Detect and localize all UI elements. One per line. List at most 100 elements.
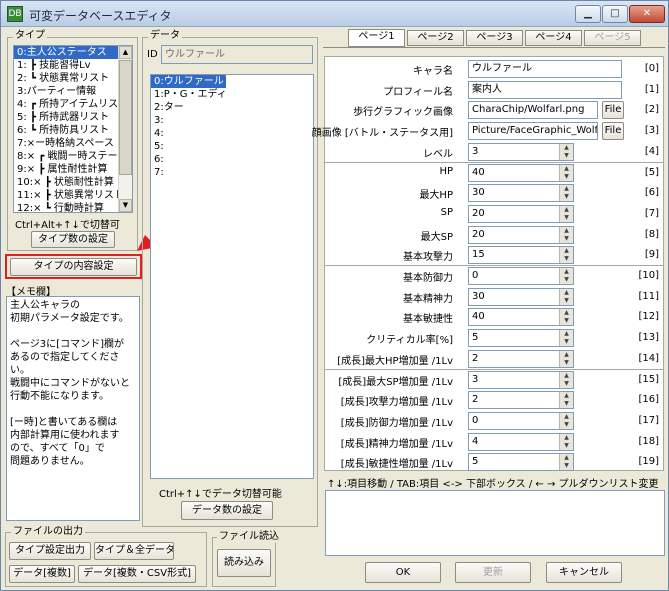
spinner[interactable]: ▲ ▼ <box>559 412 573 429</box>
spinner[interactable]: ▲ ▼ <box>559 185 573 202</box>
spin-up-icon[interactable]: ▲ <box>560 144 573 152</box>
spin-down-icon[interactable]: ▼ <box>560 214 573 222</box>
id-field[interactable]: ウルファール <box>161 45 313 64</box>
type-list-scrollbar[interactable]: ▲ ▼ <box>118 46 132 212</box>
spinner[interactable]: ▲ ▼ <box>559 247 573 264</box>
spin-down-icon[interactable]: ▼ <box>560 317 573 325</box>
number-field[interactable]: 20 ▲ ▼ <box>468 225 574 244</box>
type-list-item[interactable]: 7:×ー時格納スペース <box>14 137 119 150</box>
spin-up-icon[interactable]: ▲ <box>560 434 573 442</box>
export-type-settings-button[interactable]: タイプ設定出力 <box>9 542 91 560</box>
file-browse-button[interactable]: File <box>602 122 624 141</box>
data-list-item[interactable]: 1:P・G・エディ <box>151 88 313 101</box>
data-list-item[interactable]: 2:ター <box>151 101 313 114</box>
number-field[interactable]: 20 ▲ ▼ <box>468 204 574 223</box>
type-list-item[interactable]: 12:× ┗ 行動時計算 <box>14 202 119 212</box>
cancel-button[interactable]: キャンセル <box>546 562 622 583</box>
spinner[interactable]: ▲ ▼ <box>559 392 573 409</box>
spin-up-icon[interactable]: ▲ <box>560 454 573 462</box>
spinner[interactable]: ▲ ▼ <box>559 454 573 471</box>
file-browse-button[interactable]: File <box>602 101 624 120</box>
spinner[interactable]: ▲ ▼ <box>559 164 573 181</box>
spin-down-icon[interactable]: ▼ <box>560 276 573 284</box>
export-data-multiple-button[interactable]: データ[複数] <box>9 565 75 583</box>
number-field[interactable]: 2 ▲ ▼ <box>468 391 574 410</box>
spinner[interactable]: ▲ ▼ <box>559 433 573 450</box>
spinner[interactable]: ▲ ▼ <box>559 288 573 305</box>
spin-down-icon[interactable]: ▼ <box>560 152 573 160</box>
spinner[interactable]: ▲ ▼ <box>559 350 573 367</box>
spin-down-icon[interactable]: ▼ <box>560 400 573 408</box>
lower-box[interactable] <box>325 490 665 556</box>
spinner[interactable]: ▲ ▼ <box>559 330 573 347</box>
number-field[interactable]: 0 ▲ ▼ <box>468 411 574 430</box>
type-list-item[interactable]: 11:× ┣ 状態異常リスト <box>14 189 119 202</box>
number-field[interactable]: 40 ▲ ▼ <box>468 163 574 182</box>
spin-up-icon[interactable]: ▲ <box>560 247 573 255</box>
spin-down-icon[interactable]: ▼ <box>560 380 573 388</box>
tab-page-2[interactable]: ページ2 <box>407 30 464 46</box>
number-field[interactable]: 5 ▲ ▼ <box>468 453 574 472</box>
spin-up-icon[interactable]: ▲ <box>560 309 573 317</box>
memo-textarea[interactable]: 主人公キャラの 初期パラメータ設定です。 ページ3に[コマンド]欄が あるので指… <box>6 296 140 521</box>
number-field[interactable]: 15 ▲ ▼ <box>468 246 574 265</box>
spin-up-icon[interactable]: ▲ <box>560 351 573 359</box>
data-list-item[interactable]: 5: <box>151 140 313 153</box>
tab-page-3[interactable]: ページ3 <box>466 30 523 46</box>
data-count-button[interactable]: データ数の設定 <box>181 501 273 520</box>
scroll-thumb[interactable] <box>119 60 132 175</box>
scroll-down-icon[interactable]: ▼ <box>119 199 132 212</box>
update-button[interactable]: 更新 <box>455 562 531 583</box>
data-list-item[interactable]: 3: <box>151 114 313 127</box>
file-path-field[interactable]: Picture/FaceGraphic_Wolfa <box>468 122 598 141</box>
spin-up-icon[interactable]: ▲ <box>560 413 573 421</box>
type-list-item[interactable]: 2: ┗ 状態異常リスト <box>14 72 119 85</box>
data-list[interactable]: 0:ウルファール 1:P・G・エディ 2:ター 3: 4: 5: 6: 7: <box>150 74 314 479</box>
type-list-item[interactable]: 1: ┣ 技能習得Lv <box>14 59 119 72</box>
type-list-item[interactable]: 3:パーティー情報 <box>14 85 119 98</box>
tab-page-1[interactable]: ページ1 <box>348 29 405 47</box>
title-bar[interactable]: DB 可変データベースエディタ ▁ □ ✕ <box>1 1 668 27</box>
spin-up-icon[interactable]: ▲ <box>560 185 573 193</box>
type-content-setting-button[interactable]: タイプの内容設定 <box>10 258 137 276</box>
spin-up-icon[interactable]: ▲ <box>560 330 573 338</box>
spinner[interactable]: ▲ ▼ <box>559 371 573 388</box>
type-list-item[interactable]: 4: ┏ 所持アイテムリスト <box>14 98 119 111</box>
spin-down-icon[interactable]: ▼ <box>560 297 573 305</box>
export-data-csv-button[interactable]: データ[複数・CSV形式] <box>78 565 196 583</box>
type-count-button[interactable]: タイプ数の設定 <box>31 231 115 248</box>
data-list-item[interactable]: 0:ウルファール <box>151 75 226 88</box>
spinner[interactable]: ▲ ▼ <box>559 226 573 243</box>
spinner[interactable]: ▲ ▼ <box>559 205 573 222</box>
data-list-item[interactable]: 7: <box>151 166 313 179</box>
spinner[interactable]: ▲ ▼ <box>559 309 573 326</box>
spin-down-icon[interactable]: ▼ <box>560 173 573 181</box>
spin-up-icon[interactable]: ▲ <box>560 268 573 276</box>
spin-up-icon[interactable]: ▲ <box>560 392 573 400</box>
data-list-item[interactable]: 4: <box>151 127 313 140</box>
number-field[interactable]: 3 ▲ ▼ <box>468 142 574 161</box>
minimize-button[interactable]: ▁ <box>575 5 601 23</box>
spin-down-icon[interactable]: ▼ <box>560 193 573 201</box>
spin-down-icon[interactable]: ▼ <box>560 338 573 346</box>
number-field[interactable]: 40 ▲ ▼ <box>468 308 574 327</box>
tab-page-4[interactable]: ページ4 <box>525 30 582 46</box>
file-path-field[interactable]: CharaChip/Wolfarl.png <box>468 101 598 120</box>
number-field[interactable]: 2 ▲ ▼ <box>468 349 574 368</box>
maximize-button[interactable]: □ <box>602 5 628 23</box>
type-list-item[interactable]: 10:× ┣ 状態耐性計算 <box>14 176 119 189</box>
spin-down-icon[interactable]: ▼ <box>560 442 573 450</box>
type-list-item[interactable]: 0:主人公ステータス <box>14 46 119 59</box>
scroll-up-icon[interactable]: ▲ <box>119 46 132 59</box>
spin-down-icon[interactable]: ▼ <box>560 235 573 243</box>
type-list-item[interactable]: 8:× ┏ 戦闘ー時ステータス <box>14 150 119 163</box>
spin-up-icon[interactable]: ▲ <box>560 372 573 380</box>
spin-up-icon[interactable]: ▲ <box>560 165 573 173</box>
type-list[interactable]: 0:主人公ステータス 1: ┣ 技能習得Lv 2: ┗ 状態異常リスト 3:パーティー… <box>13 45 133 213</box>
number-field[interactable]: 30 ▲ ▼ <box>468 287 574 306</box>
ok-button[interactable]: OK <box>365 562 441 583</box>
number-field[interactable]: 3 ▲ ▼ <box>468 370 574 389</box>
spin-down-icon[interactable]: ▼ <box>560 359 573 367</box>
number-field[interactable]: 4 ▲ ▼ <box>468 432 574 451</box>
load-button[interactable]: 読み込み <box>217 549 271 577</box>
